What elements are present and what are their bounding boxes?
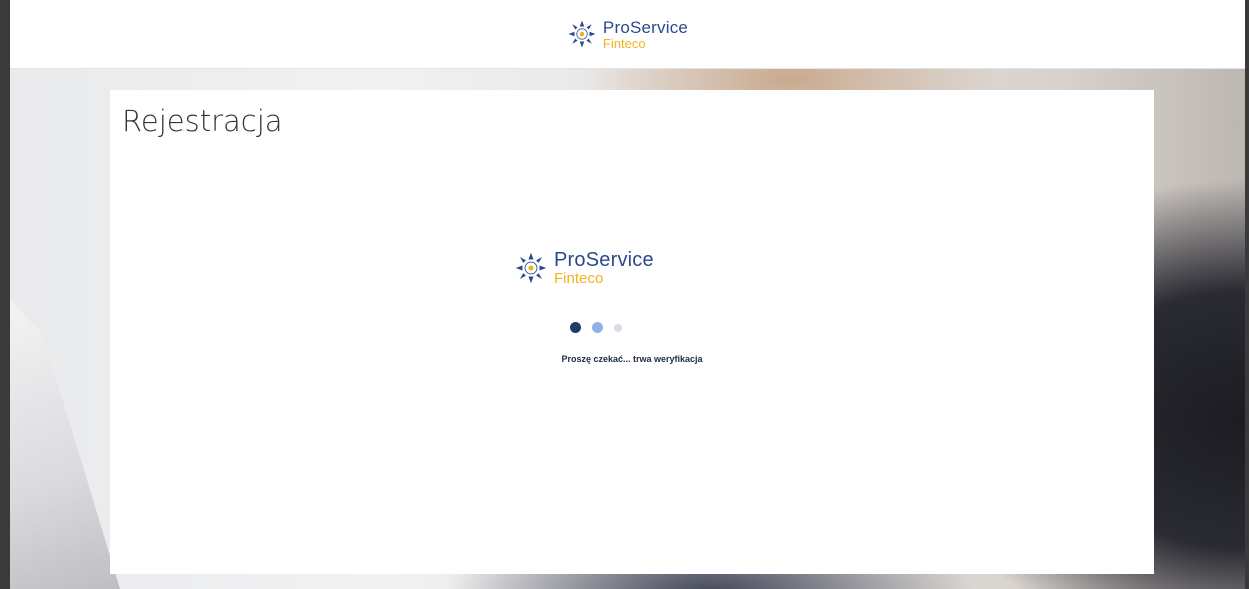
loader-logo-sub: Finteco <box>554 270 604 287</box>
loader-logo: ProService Finteco <box>514 250 654 286</box>
window-frame-left <box>0 0 10 589</box>
loader-logo-name: ProService <box>554 249 654 271</box>
registration-card: Rejestracja ProService Finteco Proszę cz… <box>110 90 1154 574</box>
page-title: Rejestracja <box>122 104 283 138</box>
verification-status-text: Proszę czekać... trwa weryfikacja <box>561 354 703 364</box>
background-laptop <box>10 300 120 589</box>
header-logo[interactable]: ProService Finteco <box>567 19 688 50</box>
page-background: ProService Finteco Rejestracja ProServic… <box>10 0 1245 589</box>
top-header: ProService Finteco <box>10 0 1245 69</box>
loading-dot <box>570 322 581 333</box>
loading-dot <box>592 322 603 333</box>
logo-name: ProService <box>602 17 689 37</box>
proservice-star-logo-icon <box>515 252 547 284</box>
window-frame-right <box>1245 0 1249 589</box>
loading-dot <box>614 323 622 332</box>
logo-sub: Finteco <box>602 35 646 51</box>
loading-dots <box>570 322 622 333</box>
proservice-star-logo-icon <box>568 20 596 48</box>
